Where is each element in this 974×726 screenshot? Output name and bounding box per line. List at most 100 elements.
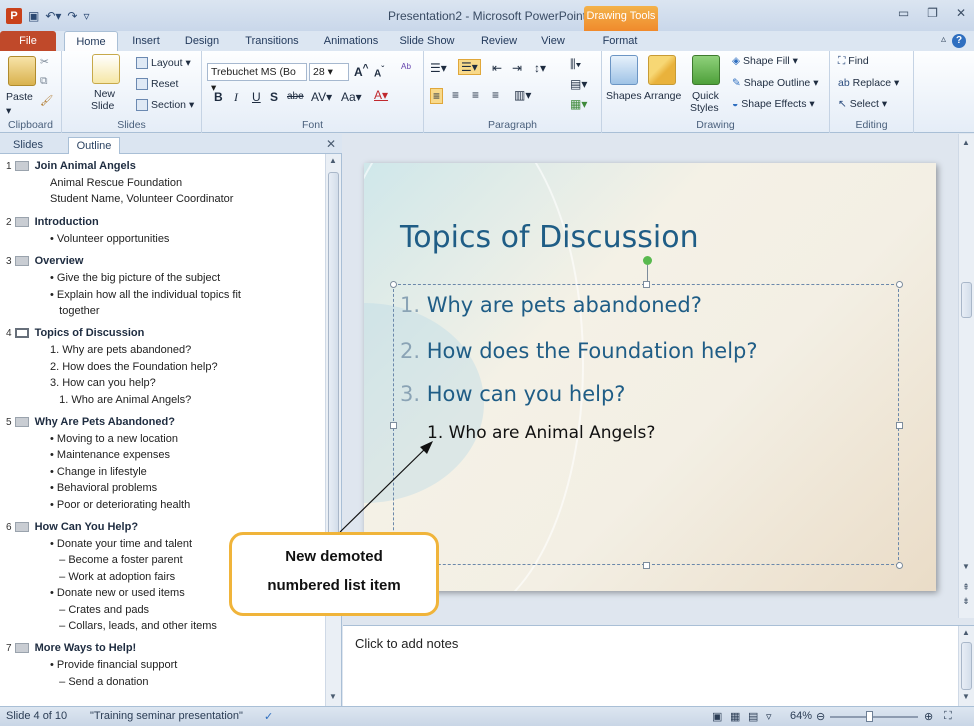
tab-slide-show[interactable]: Slide Show <box>394 31 460 51</box>
resize-handle-bottom-right[interactable] <box>896 562 903 569</box>
fit-to-window-icon[interactable]: ⛶ <box>944 710 952 723</box>
shrink-font-icon[interactable]: Aˇ <box>374 64 384 79</box>
resize-handle-top-right[interactable] <box>896 281 903 288</box>
notes-placeholder[interactable]: Click to add notes <box>355 636 458 651</box>
outline-body-line[interactable]: – Crates and pads <box>50 604 149 616</box>
tab-transitions[interactable]: Transitions <box>236 31 308 51</box>
underline-icon[interactable]: U <box>252 90 261 104</box>
columns-icon[interactable]: ▥▾ <box>514 88 531 102</box>
resize-handle-bottom[interactable] <box>643 562 650 569</box>
slide-canvas[interactable]: Topics of Discussion 1. Why are pets aba… <box>364 163 936 591</box>
outline-body-line[interactable]: – Collars, leads, and other items <box>50 620 217 632</box>
outline-slide-title[interactable]: 4 Topics of Discussion <box>6 327 144 339</box>
zoom-in-icon[interactable]: ⊕ <box>924 710 933 723</box>
reset-button[interactable]: Reset <box>136 78 178 91</box>
notes-scrollbar[interactable]: ▲ ▼ <box>958 626 974 707</box>
zoom-slider[interactable] <box>830 711 918 722</box>
quick-styles-icon[interactable] <box>692 55 720 85</box>
outline-body-line[interactable]: • Change in lifestyle <box>50 466 147 478</box>
tab-format[interactable]: Format <box>592 31 648 51</box>
list-item[interactable]: 2. How does the Foundation help? <box>400 339 758 363</box>
arrange-button[interactable]: Arrange <box>644 90 681 102</box>
character-spacing-icon[interactable]: AV▾ <box>311 90 332 104</box>
demoted-list-item[interactable]: 1. Who are Animal Angels? <box>427 423 655 443</box>
slide-thumbnail-icon[interactable] <box>14 216 29 227</box>
outline-slide-title[interactable]: 5 Why Are Pets Abandoned? <box>6 416 175 428</box>
resize-handle-right[interactable] <box>896 422 903 429</box>
align-left-icon[interactable]: ≡ <box>430 88 444 104</box>
slide-scrollbar[interactable]: ▲ ▼ ⇞ ⇟ <box>958 134 974 618</box>
outline-body-line[interactable]: – Send a donation <box>50 676 148 688</box>
outline-body-line[interactable]: Animal Rescue Foundation <box>50 177 182 189</box>
text-direction-icon[interactable]: ⫼▾ <box>570 57 581 72</box>
outline-body-line[interactable]: 3. How can you help? <box>50 377 156 389</box>
scroll-down-icon[interactable]: ▼ <box>326 692 340 701</box>
text-shadow-icon[interactable]: S <box>270 90 278 104</box>
outline-body-line[interactable]: – Become a foster parent <box>50 554 183 566</box>
view-slideshow-icon[interactable]: ▿ <box>766 710 772 723</box>
clear-formatting-icon[interactable]: ᴬᵇ <box>401 61 411 75</box>
outline-body-line[interactable]: • Donate your time and talent <box>50 538 192 550</box>
layout-button[interactable]: Layout ▾ <box>136 57 191 70</box>
quick-styles-label[interactable]: Quick <box>692 90 719 102</box>
next-slide-icon[interactable]: ⇟ <box>959 596 973 607</box>
outline-scroll-thumb[interactable] <box>328 172 339 544</box>
font-size-combo[interactable]: 28 ▾ <box>309 63 349 81</box>
select-button[interactable]: ↖ Select ▾ <box>838 98 887 110</box>
copy-icon[interactable]: ⧉ <box>40 75 48 88</box>
replace-button[interactable]: ab Replace ▾ <box>838 77 899 89</box>
rotation-handle[interactable] <box>643 256 652 265</box>
spelling-check-icon[interactable]: ✓ <box>264 710 273 723</box>
outline-body-line[interactable]: • Donate new or used items <box>50 587 185 599</box>
outline-body-line[interactable]: Student Name, Volunteer Coordinator <box>50 193 233 205</box>
scroll-up-icon[interactable]: ▲ <box>326 156 340 165</box>
slide-scroll-up-icon[interactable]: ▲ <box>959 138 973 147</box>
slide-thumbnail-icon[interactable] <box>14 256 29 267</box>
paste-dropdown-icon[interactable]: ▾ <box>6 105 11 117</box>
slide-scroll-thumb[interactable] <box>961 282 972 318</box>
view-sorter-icon[interactable]: ▦ <box>730 710 740 723</box>
tab-animations[interactable]: Animations <box>316 31 386 51</box>
justify-icon[interactable]: ≡ <box>492 88 499 102</box>
list-item[interactable]: 3. How can you help? <box>400 382 625 406</box>
tab-insert[interactable]: Insert <box>124 31 168 51</box>
minimize-icon[interactable]: ▭ <box>898 6 909 20</box>
view-reading-icon[interactable]: ▤ <box>748 710 758 723</box>
slide-thumbnail-icon[interactable] <box>14 417 29 428</box>
decrease-indent-icon[interactable]: ⇤ <box>492 61 502 75</box>
outline-slide-title[interactable]: 6 How Can You Help? <box>6 521 138 533</box>
new-slide-icon[interactable] <box>92 54 120 84</box>
increase-indent-icon[interactable]: ⇥ <box>512 61 522 75</box>
restore-icon[interactable]: ❐ <box>927 6 938 20</box>
tab-review[interactable]: Review <box>476 31 522 51</box>
format-painter-icon[interactable]: 🖌 <box>40 94 53 107</box>
slide-thumbnail-icon[interactable] <box>14 522 29 533</box>
align-center-icon[interactable]: ≡ <box>452 88 459 102</box>
outline-body-line[interactable]: • Give the big picture of the subject <box>50 272 220 284</box>
tab-design[interactable]: Design <box>178 31 226 51</box>
zoom-slider-knob[interactable] <box>866 711 873 722</box>
new-slide-label[interactable]: New <box>94 88 115 100</box>
slide-title[interactable]: Topics of Discussion <box>400 220 699 255</box>
list-item[interactable]: 1. Why are pets abandoned? <box>400 293 702 317</box>
outline-slide-title[interactable]: 7 More Ways to Help! <box>6 642 136 654</box>
font-color-icon[interactable]: A▾ <box>374 88 388 102</box>
numbering-icon[interactable]: ☰▾ <box>458 59 481 75</box>
shape-fill-button[interactable]: ◈ Shape Fill ▾ <box>732 55 798 67</box>
resize-handle-left[interactable] <box>390 422 397 429</box>
font-name-combo[interactable]: Trebuchet MS (Bo ▾ <box>207 63 307 94</box>
outline-slide-title[interactable]: 3 Overview <box>6 255 83 267</box>
align-text-icon[interactable]: ▤▾ <box>570 77 587 91</box>
outline-scrollbar[interactable]: ▲ ▼ <box>325 154 341 706</box>
outline-content[interactable]: 1 Join Animal Angels Animal Rescue Foundat… <box>0 156 326 706</box>
slide-thumbnail-icon[interactable] <box>14 643 29 654</box>
bold-icon[interactable]: B <box>214 90 223 104</box>
notes-scroll-thumb[interactable] <box>961 642 972 690</box>
previous-slide-icon[interactable]: ⇞ <box>959 582 973 593</box>
new-slide-label-2[interactable]: Slide <box>91 100 114 112</box>
outline-slide-title[interactable]: 2 Introduction <box>6 216 99 228</box>
notes-scroll-down-icon[interactable]: ▼ <box>959 692 973 701</box>
bullets-icon[interactable]: ☰▾ <box>430 61 447 75</box>
outline-body-line[interactable]: • Explain how all the individual topics … <box>50 289 241 301</box>
help-icon[interactable]: ? <box>952 34 966 48</box>
